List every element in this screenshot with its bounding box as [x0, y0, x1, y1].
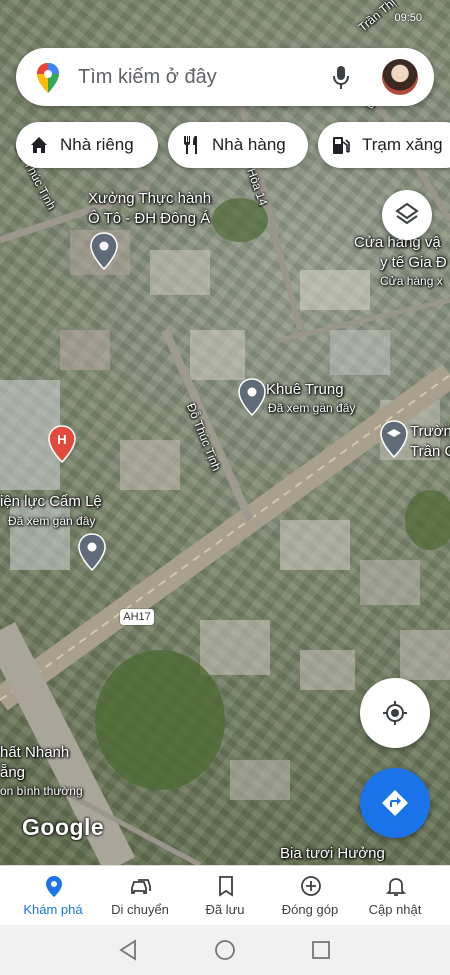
- bookmark-icon: [219, 876, 233, 897]
- chip-gas-station[interactable]: Trạm xăng: [318, 122, 450, 168]
- bottom-navigation: Khám phá Di chuyển Đã lưu Đóng góp Cập n…: [0, 865, 450, 926]
- layers-icon: [395, 202, 419, 225]
- place-label-truong-line1[interactable]: Trườn: [410, 423, 450, 440]
- nav-label-contribute: Đóng góp: [281, 902, 339, 917]
- place-label-dien-luc-sub: Đã xem gần đây: [8, 514, 96, 528]
- recents-icon[interactable]: [310, 939, 332, 961]
- highway-shield: AH17: [120, 609, 154, 625]
- search-input[interactable]: Tìm kiếm ở đây: [78, 66, 217, 89]
- place-label-cuahang-sub: Cửa hàng x: [380, 274, 443, 288]
- place-label-chat-sub: on bình thường: [0, 784, 83, 798]
- home-circle-icon[interactable]: [214, 939, 236, 961]
- avatar[interactable]: [382, 59, 418, 95]
- map-pin-icon[interactable]: [78, 533, 106, 571]
- nav-commute[interactable]: Di chuyển: [95, 866, 185, 926]
- map-pin-icon[interactable]: [238, 378, 266, 416]
- place-label-cuahang-line2[interactable]: y tế Gia Đ: [380, 254, 447, 271]
- nav-label-commute: Di chuyển: [111, 902, 169, 917]
- directions-button[interactable]: [360, 768, 430, 838]
- gas-station-icon: [333, 137, 350, 154]
- hospital-pin-icon[interactable]: H: [48, 425, 76, 463]
- map-pin-icon[interactable]: [90, 232, 118, 270]
- status-bar: 09:50: [0, 6, 450, 28]
- status-time: 09:50: [394, 12, 422, 24]
- svg-text:H: H: [57, 432, 66, 447]
- car-icon: [131, 879, 151, 894]
- category-chips: Nhà riêng Nhà hàng Trạm xăng: [16, 122, 450, 168]
- place-label-xuong-line2[interactable]: Ô Tô - ĐH Đông Á: [88, 210, 210, 227]
- place-label-dien-luc[interactable]: iện lực Cẩm Lệ: [0, 493, 102, 510]
- place-label-truong-line2[interactable]: Trần C: [410, 443, 450, 460]
- mic-icon[interactable]: [332, 65, 350, 91]
- system-navigation-bar: [0, 925, 450, 975]
- maps-logo-icon: [37, 63, 59, 93]
- google-logo: Google: [22, 814, 105, 840]
- chip-label-restaurant: Nhà hàng: [212, 135, 286, 154]
- nav-label-explore: Khám phá: [23, 902, 83, 917]
- place-label-chat-line2[interactable]: ẵng: [0, 764, 25, 781]
- chip-label-home: Nhà riêng: [60, 135, 134, 154]
- explore-pin-icon: [46, 876, 62, 897]
- chip-home[interactable]: Nhà riêng: [16, 122, 158, 168]
- nav-contribute[interactable]: Đóng góp: [265, 866, 355, 926]
- back-icon[interactable]: [118, 939, 138, 961]
- restaurant-icon: [184, 136, 197, 154]
- search-bar[interactable]: Tìm kiếm ở đây: [16, 48, 434, 106]
- directions-icon: [382, 790, 408, 816]
- crosshair-icon: [383, 701, 407, 725]
- nav-label-saved: Đã lưu: [205, 902, 245, 917]
- chip-restaurant[interactable]: Nhà hàng: [168, 122, 308, 168]
- school-pin-icon[interactable]: [380, 420, 408, 458]
- place-label-khue-trung[interactable]: Khuê Trung: [266, 381, 344, 398]
- place-label-xuong-line1[interactable]: Xưởng Thực hành: [88, 190, 211, 207]
- bell-icon: [385, 878, 407, 896]
- nav-label-updates: Cập nhật: [368, 902, 422, 917]
- home-icon: [31, 137, 47, 153]
- layers-button[interactable]: [382, 190, 432, 240]
- nav-saved[interactable]: Đã lưu: [180, 866, 270, 926]
- chip-label-gas-station: Trạm xăng: [362, 135, 443, 154]
- add-circle-icon: [301, 876, 321, 896]
- place-label-khue-trung-sub: Đã xem gần đây: [268, 401, 356, 415]
- place-label-bia[interactable]: Bia tươi Hưởng: [280, 845, 385, 862]
- place-label-chat-line1[interactable]: hất Nhanh: [0, 744, 69, 761]
- nav-updates[interactable]: Cập nhật: [350, 866, 440, 926]
- nav-explore[interactable]: Khám phá: [8, 866, 98, 926]
- my-location-button[interactable]: [360, 678, 430, 748]
